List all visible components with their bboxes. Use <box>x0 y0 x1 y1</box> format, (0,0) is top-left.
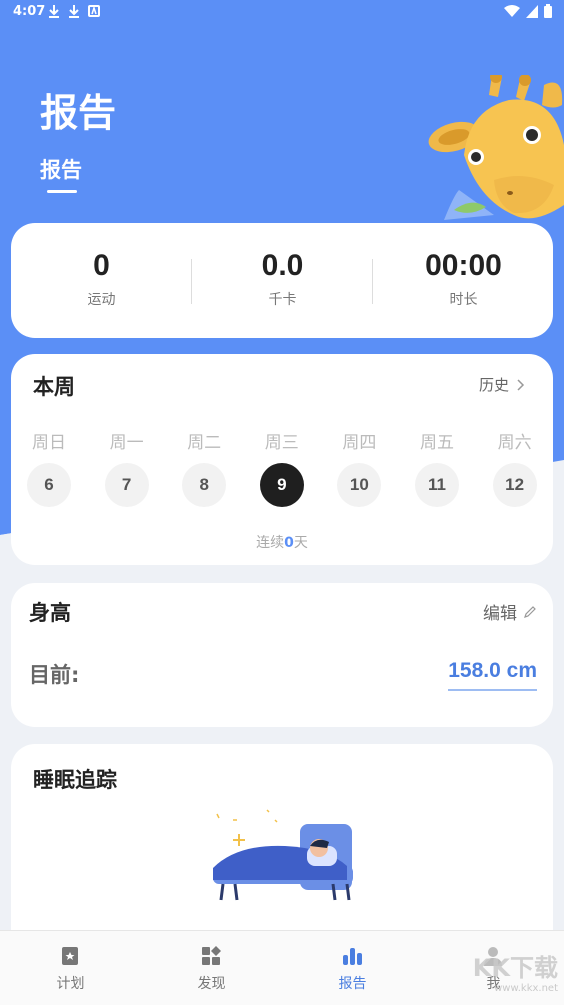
streak-text: 连续0天 <box>11 532 553 552</box>
day-name: 周五 <box>420 433 454 453</box>
watermark-logo: KK下载 <box>472 954 558 982</box>
app-notification-icon <box>88 5 100 17</box>
height-title: 身高 <box>29 601 71 625</box>
day-circle[interactable]: 8 <box>182 463 227 507</box>
stat-value: 0 <box>93 249 110 282</box>
status-time: 4:07 <box>13 4 46 19</box>
day-circle[interactable]: 9 <box>259 463 304 507</box>
watermark: KK下载 www.kkx.net <box>448 948 558 1002</box>
signal-icon <box>526 4 538 18</box>
day-circle[interactable]: 11 <box>415 463 459 507</box>
download-icon <box>49 5 59 18</box>
day-name: 周四 <box>342 433 377 453</box>
day-circle[interactable]: 7 <box>104 463 149 507</box>
week-card: 本周 历史 周日 6 周一 7 周二 8 周三 9 周四 10 周五 11 周六 12 连续0天 <box>11 354 553 565</box>
page-title: 报告 <box>40 91 117 135</box>
tab-label: 计划 <box>56 976 85 992</box>
stat-duration: 00:00 时长 <box>373 249 554 309</box>
height-value[interactable]: 158.0 cm <box>448 659 537 691</box>
giraffe-illustration <box>428 75 564 220</box>
streak-value: 0 <box>284 535 294 551</box>
chevron-right-icon <box>517 378 525 391</box>
edit-label: 编辑 <box>483 604 517 624</box>
history-button[interactable]: 历史 <box>479 374 525 395</box>
tab-report[interactable]: 报告 <box>40 154 82 184</box>
streak-suffix: 天 <box>293 535 308 551</box>
day-name: 周六 <box>497 433 532 453</box>
height-card: 身高 编辑 目前: 158.0 cm <box>11 583 553 727</box>
tab-report-nav[interactable]: 报告 <box>282 931 423 1005</box>
day-name: 周一 <box>109 433 144 453</box>
current-label: 目前: <box>29 663 80 687</box>
sleep-illustration <box>213 809 353 901</box>
stat-label: 运动 <box>87 292 116 308</box>
stat-workouts: 0 运动 <box>11 249 192 309</box>
watermark-url: www.kkx.net <box>494 983 558 994</box>
day-name: 周三 <box>264 433 299 453</box>
tab-discover[interactable]: 发现 <box>141 931 282 1005</box>
edit-button[interactable]: 编辑 <box>483 599 537 624</box>
day-circle[interactable]: 10 <box>337 463 382 507</box>
stat-value: 00:00 <box>425 249 502 282</box>
tab-label: 报告 <box>338 976 367 992</box>
bar-chart-icon <box>343 948 362 965</box>
battery-icon <box>544 4 552 18</box>
grid-icon <box>202 946 221 965</box>
status-bar: 4:07 <box>0 0 564 24</box>
stat-calories: 0.0 千卡 <box>192 249 373 309</box>
day-name: 周日 <box>32 433 66 453</box>
stat-value: 0.0 <box>261 249 304 282</box>
tab-plan[interactable]: 计划 <box>0 931 141 1005</box>
summary-card: 0 运动 0.0 千卡 00:00 时长 <box>11 223 553 338</box>
day-circle[interactable]: 12 <box>492 463 537 507</box>
tab-indicator <box>47 190 77 193</box>
week-title: 本周 <box>33 375 75 399</box>
sleep-title: 睡眠追踪 <box>33 768 117 792</box>
day-name: 周二 <box>187 433 222 453</box>
streak-prefix: 连续 <box>256 535 285 551</box>
stat-label: 时长 <box>449 292 478 308</box>
history-label: 历史 <box>478 376 509 394</box>
download-icon <box>69 5 79 18</box>
wifi-icon <box>504 4 520 17</box>
tab-label: 发现 <box>197 976 226 992</box>
bookmark-icon <box>62 947 78 965</box>
day-circle[interactable]: 6 <box>27 463 71 507</box>
pencil-icon <box>524 605 536 618</box>
stat-label: 千卡 <box>268 292 297 308</box>
